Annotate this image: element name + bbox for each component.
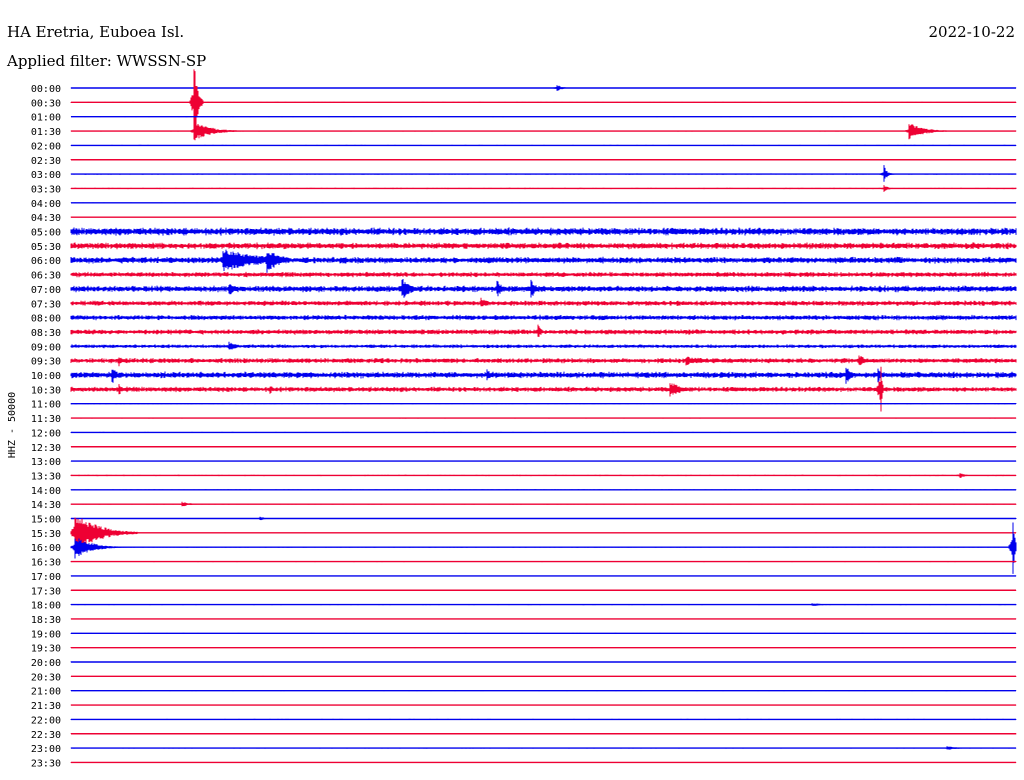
time-label: 01:30 (31, 127, 61, 138)
time-label: 08:00 (31, 314, 61, 325)
time-label: 18:30 (31, 615, 61, 626)
time-label: 15:30 (31, 529, 61, 540)
time-label: 07:00 (31, 285, 61, 296)
time-label: 18:00 (31, 601, 61, 612)
time-label: 02:30 (31, 156, 61, 167)
filter-label: Applied filter: WWSSN-SP (6, 52, 206, 70)
time-label: 03:00 (31, 170, 61, 181)
time-label: 11:30 (31, 414, 61, 425)
time-label: 17:30 (31, 586, 61, 597)
time-label: 14:30 (31, 500, 61, 511)
time-label: 12:30 (31, 443, 61, 454)
helicorder-page: HA Eretria, Euboea Isl. 2022-10-22 Appli… (0, 0, 1024, 780)
time-label: 10:00 (31, 371, 61, 382)
date-label: 2022-10-22 (929, 23, 1015, 41)
time-label: 22:30 (31, 730, 61, 741)
time-label: 12:00 (31, 428, 61, 439)
time-label: 04:30 (31, 213, 61, 224)
time-label: 23:00 (31, 744, 61, 755)
time-label: 13:00 (31, 457, 61, 468)
trace-row-1000 (70, 367, 1017, 384)
time-label: 02:00 (31, 141, 61, 152)
time-label: 20:00 (31, 658, 61, 669)
time-label: 23:30 (31, 758, 61, 769)
time-label: 06:00 (31, 256, 61, 267)
trace-row-0600 (70, 249, 1017, 273)
time-labels: 00:00 00:30 01:00 01:30 02:00 02:30 03:00 03:30… (31, 84, 61, 769)
time-label: 19:30 (31, 644, 61, 655)
time-label: 21:00 (31, 687, 61, 698)
time-label: 16:30 (31, 558, 61, 569)
time-label: 06:30 (31, 271, 61, 282)
time-label: 01:00 (31, 113, 61, 124)
time-label: 05:00 (31, 228, 61, 239)
helicorder-chart: HA Eretria, Euboea Isl. 2022-10-22 Appli… (6, 23, 1017, 769)
time-label: 00:30 (31, 98, 61, 109)
time-label: 07:30 (31, 299, 61, 310)
time-label: 09:00 (31, 342, 61, 353)
station-title: HA Eretria, Euboea Isl. (7, 23, 184, 41)
time-label: 13:30 (31, 471, 61, 482)
trace-row-0300 (70, 165, 1017, 182)
time-label: 11:00 (31, 400, 61, 411)
trace-row-0830 (70, 324, 1017, 337)
time-label: 20:30 (31, 672, 61, 683)
time-label: 16:00 (31, 543, 61, 554)
time-label: 08:30 (31, 328, 61, 339)
trace-row-1530 (70, 517, 1017, 551)
time-label: 17:00 (31, 572, 61, 583)
time-label: 15:00 (31, 515, 61, 526)
time-label: 04:00 (31, 199, 61, 210)
trace-row-0730 (70, 297, 1017, 307)
time-label: 14:00 (31, 486, 61, 497)
y-axis-label: HHZ - 50000 (7, 392, 18, 458)
time-label: 21:30 (31, 701, 61, 712)
seismic-traces (70, 69, 1017, 764)
time-label: 00:00 (31, 84, 61, 95)
time-label: 22:00 (31, 715, 61, 726)
time-label: 05:30 (31, 242, 61, 253)
trace-row-1600 (70, 522, 1017, 574)
time-label: 19:00 (31, 629, 61, 640)
time-label: 10:30 (31, 385, 61, 396)
time-label: 09:30 (31, 357, 61, 368)
time-label: 03:30 (31, 184, 61, 195)
